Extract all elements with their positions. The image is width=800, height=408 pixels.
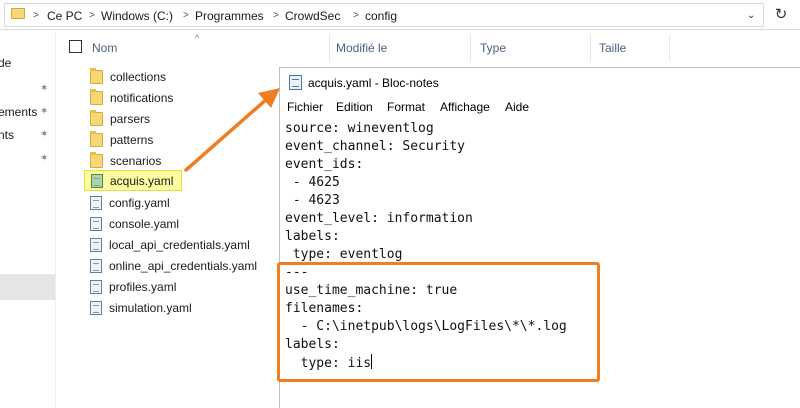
highlight-box — [277, 262, 600, 382]
pin-icon: ✶ — [40, 153, 49, 164]
nav-item[interactable]: de — [0, 55, 34, 71]
arrow-head — [258, 88, 280, 108]
menu-format[interactable]: Format — [387, 99, 425, 115]
column-divider[interactable] — [329, 35, 330, 61]
pin-icon: ✶ — [40, 129, 49, 140]
column-size[interactable]: Taille — [599, 40, 626, 56]
code-line: source: wineventlog — [285, 121, 434, 136]
file-name: collections — [110, 69, 167, 84]
column-headers: ^ Nom Modifié le Type Taille — [57, 31, 800, 65]
list-item[interactable]: collections — [82, 66, 166, 87]
column-name[interactable]: Nom — [92, 40, 117, 56]
code-line: event_ids: — [285, 157, 364, 172]
file-name: patterns — [110, 132, 154, 147]
file-name: config.yaml — [109, 195, 170, 210]
folder-icon — [90, 109, 103, 126]
breadcrumb-config[interactable]: config — [365, 8, 397, 24]
folder-icon — [11, 8, 25, 19]
refresh-icon[interactable]: ↻ — [772, 6, 790, 24]
file-name: local_api_credentials.yaml — [109, 237, 250, 252]
file-name: console.yaml — [109, 216, 180, 231]
menu-bar: Fichier Edition Format Affichage Aide — [280, 97, 800, 117]
file-name: notifications — [110, 90, 174, 105]
breadcrumb-separator: > — [89, 10, 95, 21]
breadcrumb-separator: > — [183, 10, 189, 21]
list-item[interactable]: parsers — [82, 108, 150, 129]
address-box[interactable]: > Ce PC > Windows (C:) > Programmes > Cr… — [4, 3, 764, 27]
menu-fichier[interactable]: Fichier — [287, 99, 323, 115]
select-all-checkbox[interactable] — [69, 40, 82, 53]
sort-caret-icon: ^ — [195, 33, 200, 43]
yaml-file-icon — [90, 237, 102, 252]
code-line: labels: — [285, 229, 340, 244]
list-item[interactable]: patterns — [82, 129, 153, 150]
breadcrumb-windows-c[interactable]: Windows (C:) — [101, 8, 173, 24]
nav-item-selected[interactable] — [0, 274, 55, 300]
window-title: acquis.yaml - Bloc-notes — [308, 76, 439, 90]
list-item-selected[interactable]: acquis.yaml — [84, 170, 182, 191]
breadcrumb-crowdsec[interactable]: CrowdSec — [285, 8, 340, 24]
folder-icon — [90, 130, 103, 147]
pin-icon: ✶ — [40, 83, 49, 94]
yaml-file-icon — [90, 300, 102, 315]
code-line: - 4623 — [285, 193, 340, 208]
address-bar: > Ce PC > Windows (C:) > Programmes > Cr… — [0, 0, 800, 30]
nav-item[interactable]: ements — [0, 104, 38, 120]
breadcrumb-separator: > — [273, 10, 279, 21]
notepad-icon — [289, 75, 302, 90]
breadcrumb-separator: > — [353, 10, 359, 21]
breadcrumb-programmes[interactable]: Programmes — [195, 8, 264, 24]
yaml-file-icon — [90, 279, 102, 294]
menu-edition[interactable]: Edition — [336, 99, 373, 115]
arrow-line — [184, 96, 270, 172]
column-divider[interactable] — [470, 35, 471, 61]
file-name: parsers — [110, 111, 151, 126]
list-item[interactable]: simulation.yaml — [82, 297, 192, 318]
yaml-file-icon — [90, 216, 102, 231]
file-name: online_api_credentials.yaml — [109, 258, 258, 273]
yaml-file-icon — [90, 258, 102, 273]
code-line: - 4625 — [285, 175, 340, 190]
file-name: simulation.yaml — [109, 300, 192, 315]
list-item[interactable]: scenarios — [82, 150, 161, 171]
column-divider[interactable] — [590, 35, 591, 61]
list-item[interactable]: console.yaml — [82, 213, 179, 234]
menu-affichage[interactable]: Affichage — [440, 99, 490, 115]
list-item[interactable]: config.yaml — [82, 192, 170, 213]
code-line: event_level: information — [285, 211, 473, 226]
file-name: profiles.yaml — [109, 279, 177, 294]
notepad-title-bar[interactable]: acquis.yaml - Bloc-notes — [280, 68, 800, 96]
folder-icon — [90, 88, 103, 105]
breadcrumb-ce-pc[interactable]: Ce PC — [47, 8, 82, 24]
list-item[interactable]: local_api_credentials.yaml — [82, 234, 250, 255]
column-divider[interactable] — [669, 35, 670, 61]
menu-aide[interactable]: Aide — [505, 99, 529, 115]
folder-icon — [90, 151, 103, 168]
navigation-pane: de ✶ ements ✶ nts ✶ ✶ — [0, 31, 56, 408]
file-name: scenarios — [110, 153, 162, 168]
pin-icon: ✶ — [40, 106, 49, 117]
yaml-file-icon — [90, 195, 102, 210]
folder-icon — [90, 67, 103, 84]
yaml-file-icon — [91, 173, 103, 188]
column-modified[interactable]: Modifié le — [336, 40, 387, 56]
breadcrumb-separator: > — [33, 10, 39, 21]
file-name: acquis.yaml — [110, 173, 174, 188]
nav-item[interactable]: nts — [0, 127, 34, 143]
column-type[interactable]: Type — [480, 40, 506, 56]
list-item[interactable]: notifications — [82, 87, 173, 108]
list-item[interactable]: online_api_credentials.yaml — [82, 255, 257, 276]
code-line: event_channel: Security — [285, 139, 466, 154]
chevron-down-icon[interactable]: ⌄ — [747, 9, 755, 23]
list-item[interactable]: profiles.yaml — [82, 276, 176, 297]
